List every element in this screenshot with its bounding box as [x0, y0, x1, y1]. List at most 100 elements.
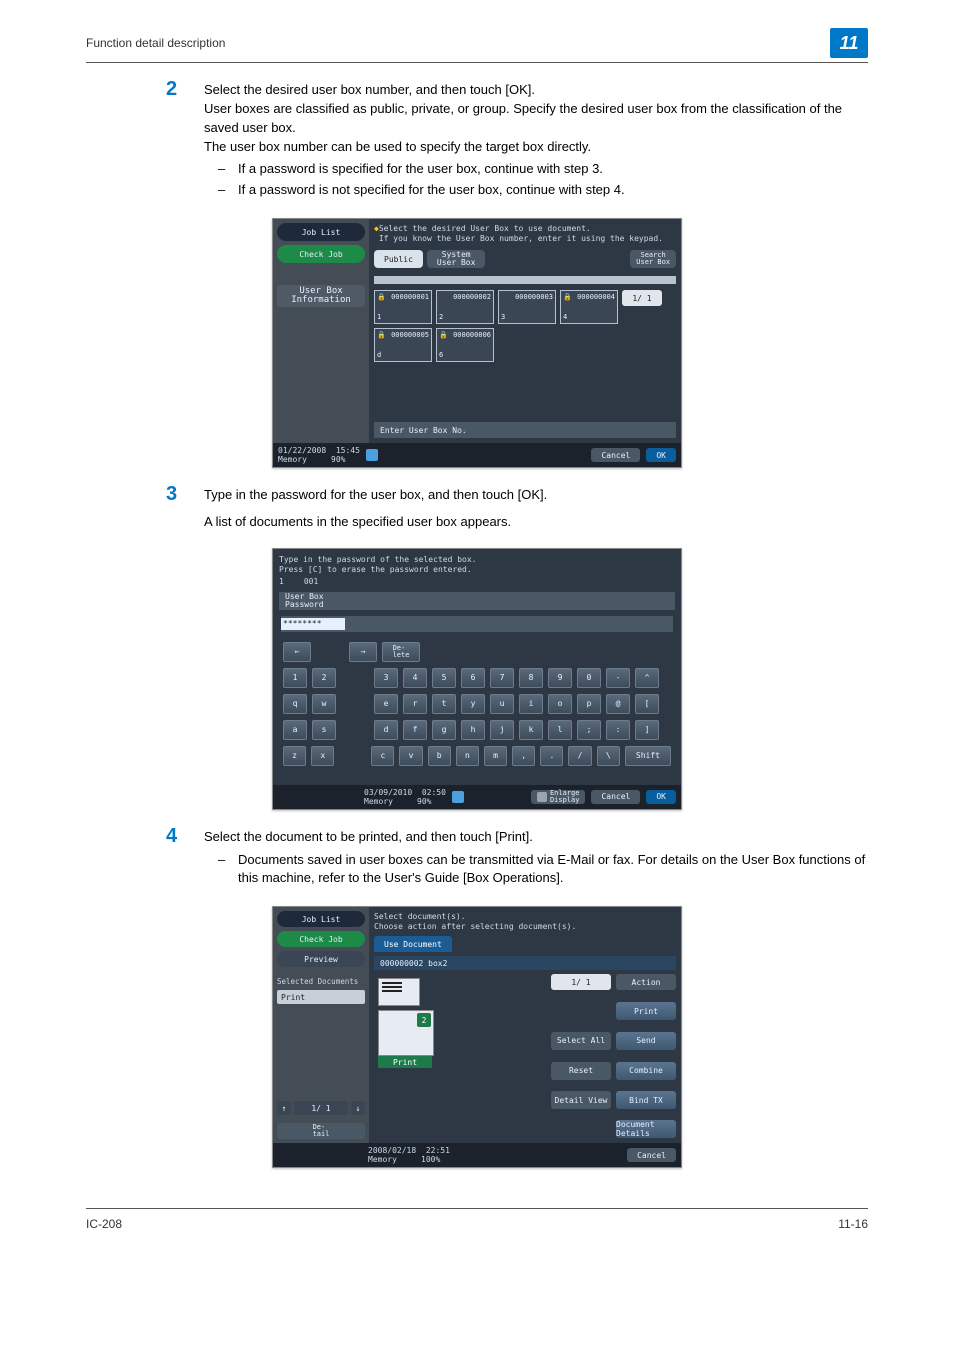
keyboard-key[interactable]: z	[283, 746, 306, 766]
keyboard-key[interactable]: i	[519, 694, 543, 714]
reset-button[interactable]: Reset	[551, 1062, 611, 1080]
keyboard-key[interactable]: p	[577, 694, 601, 714]
page-indicator: 1/ 1	[294, 1101, 348, 1115]
step2-line1: Select the desired user box number, and …	[204, 81, 868, 100]
key-left-arrow[interactable]: ←	[283, 642, 311, 662]
keyboard-key[interactable]: \	[597, 746, 620, 766]
keyboard-key[interactable]: .	[540, 746, 563, 766]
hint-text: ◆Select the desired User Box to use docu…	[374, 224, 676, 244]
select-all-button[interactable]: Select All	[551, 1032, 611, 1050]
lock-icon: 🔒	[563, 293, 572, 301]
footer-timestamp: 01/22/2008 15:45 Memory 90%	[278, 446, 360, 464]
userbox-item[interactable]: 🔒0000000066	[436, 328, 494, 362]
keyboard-key[interactable]: k	[519, 720, 543, 740]
keyboard-key[interactable]: n	[456, 746, 479, 766]
check-job-button[interactable]: Check Job	[277, 931, 365, 947]
keyboard-key[interactable]: ;	[577, 720, 601, 740]
keyboard-key[interactable]: q	[283, 694, 307, 714]
ok-button[interactable]: OK	[646, 448, 676, 462]
ok-button[interactable]: OK	[646, 790, 676, 804]
keyboard-key[interactable]: /	[568, 746, 591, 766]
bind-tx-action-button[interactable]: Bind TX	[616, 1091, 676, 1109]
keyboard-key[interactable]: 3	[374, 668, 398, 688]
keyboard-key[interactable]: a	[283, 720, 307, 740]
keyboard-key[interactable]: j	[490, 720, 514, 740]
tab-public[interactable]: Public	[374, 250, 423, 268]
keyboard-key[interactable]: ^	[635, 668, 659, 688]
keyboard-key[interactable]: f	[403, 720, 427, 740]
cancel-button[interactable]: Cancel	[627, 1148, 676, 1162]
hint-text: Select document(s). Choose action after …	[374, 912, 676, 932]
keyboard-key[interactable]: [	[635, 694, 659, 714]
password-input[interactable]: ********	[281, 618, 345, 630]
key-shift[interactable]: Shift	[625, 746, 671, 766]
keyboard-key[interactable]: @	[606, 694, 630, 714]
magnify-icon	[537, 792, 547, 802]
keyboard-key[interactable]: d	[374, 720, 398, 740]
keyboard-key[interactable]: 7	[490, 668, 514, 688]
status-icon	[452, 791, 464, 803]
keyboard-key[interactable]: 6	[461, 668, 485, 688]
keyboard-key[interactable]: g	[432, 720, 456, 740]
detail-view-button[interactable]: Detail View	[551, 1091, 611, 1109]
keyboard-key[interactable]: 8	[519, 668, 543, 688]
keyboard-key[interactable]: r	[403, 694, 427, 714]
keyboard-key[interactable]: c	[371, 746, 394, 766]
document-details-button[interactable]: Document Details	[616, 1120, 676, 1138]
keyboard-key[interactable]: b	[428, 746, 451, 766]
keyboard-key[interactable]: t	[432, 694, 456, 714]
key-delete[interactable]: De- lete	[382, 642, 420, 662]
document-thumbnail-selected[interactable]: 2	[378, 1010, 434, 1056]
keyboard-key[interactable]: w	[312, 694, 336, 714]
userbox-item[interactable]: 🔒000000005d	[374, 328, 432, 362]
keyboard-key[interactable]: u	[490, 694, 514, 714]
keyboard-key[interactable]: v	[399, 746, 422, 766]
page-down-button[interactable]: ↓	[351, 1101, 365, 1115]
keyboard-key[interactable]: y	[461, 694, 485, 714]
tab-use-document[interactable]: Use Document	[374, 936, 452, 952]
footer-timestamp: 03/09/2010 02:50 Memory 90%	[364, 788, 446, 806]
keyboard-key[interactable]: 4	[403, 668, 427, 688]
keyboard-key[interactable]: s	[312, 720, 336, 740]
keyboard-key[interactable]: ]	[635, 720, 659, 740]
keyboard-key[interactable]: o	[548, 694, 572, 714]
keyboard-key[interactable]: 9	[548, 668, 572, 688]
userbox-item[interactable]: 0000000033	[498, 290, 556, 324]
enlarge-display-button[interactable]: Enlarge Display	[531, 790, 586, 804]
action-header: Action	[616, 974, 676, 990]
preview-button[interactable]: Preview	[277, 951, 365, 967]
print-action-button[interactable]: Print	[616, 1002, 676, 1020]
send-action-button[interactable]: Send	[616, 1032, 676, 1050]
keyboard-key[interactable]: :	[606, 720, 630, 740]
keyboard-key[interactable]: e	[374, 694, 398, 714]
check-job-button[interactable]: Check Job	[277, 245, 365, 263]
combine-action-button[interactable]: Combine	[616, 1062, 676, 1080]
tab-system-userbox[interactable]: System User Box	[427, 250, 486, 268]
page-up-button[interactable]: ↑	[277, 1101, 291, 1115]
detail-toggle-button[interactable]: De- tail	[277, 1123, 365, 1139]
userbox-item[interactable]: 🔒0000000011	[374, 290, 432, 324]
keyboard-key[interactable]: l	[548, 720, 572, 740]
keyboard-key[interactable]: 5	[432, 668, 456, 688]
keyboard-key[interactable]: m	[484, 746, 507, 766]
userbox-information-button[interactable]: User Box Information	[277, 285, 365, 307]
keyboard-key[interactable]: 1	[283, 668, 307, 688]
keyboard-key[interactable]: -	[606, 668, 630, 688]
job-list-button[interactable]: Job List	[277, 911, 365, 927]
keyboard-key[interactable]: 2	[312, 668, 336, 688]
userbox-item[interactable]: 🔒0000000044	[560, 290, 618, 324]
keyboard-key[interactable]: 0	[577, 668, 601, 688]
search-userbox-button[interactable]: Search User Box	[630, 250, 676, 268]
document-thumbnail[interactable]	[378, 978, 420, 1006]
keyboard-key[interactable]: ,	[512, 746, 535, 766]
job-list-button[interactable]: Job List	[277, 223, 365, 241]
tab-userbox-password[interactable]: User Box Password	[279, 592, 675, 610]
key-right-arrow[interactable]: →	[349, 642, 377, 662]
userbox-item[interactable]: 0000000022	[436, 290, 494, 324]
screenshot-password-entry: Type in the password of the selected box…	[272, 548, 682, 810]
keyboard-key[interactable]: x	[311, 746, 334, 766]
enter-userbox-no[interactable]: Enter User Box No.	[374, 422, 676, 438]
cancel-button[interactable]: Cancel	[591, 448, 640, 462]
cancel-button[interactable]: Cancel	[591, 790, 640, 804]
keyboard-key[interactable]: h	[461, 720, 485, 740]
